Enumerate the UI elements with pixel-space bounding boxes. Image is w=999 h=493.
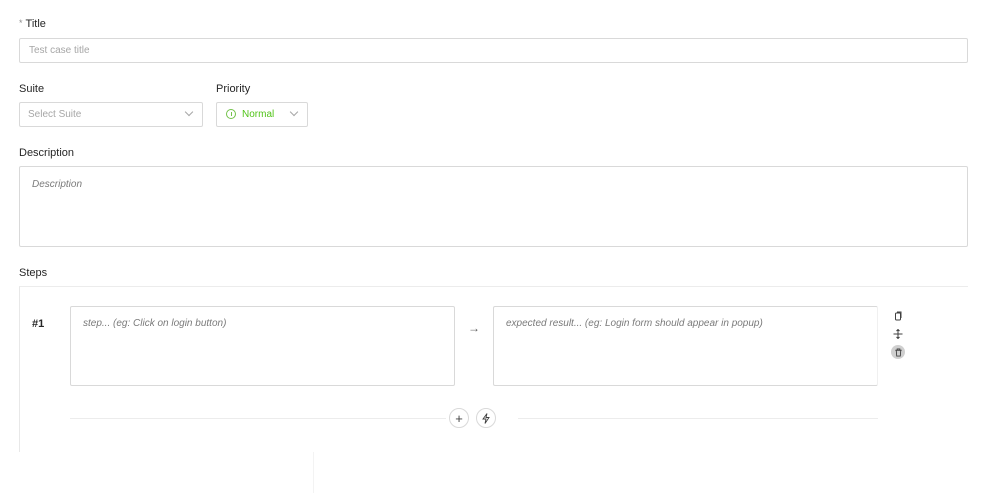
title-label: * Title — [19, 18, 46, 30]
arrow-right-icon: → — [468, 321, 480, 335]
expected-result-input[interactable]: expected result... (eg: Login form shoul… — [493, 306, 878, 386]
suite-label: Suite — [19, 83, 45, 95]
expected-placeholder: expected result... (eg: Login form shoul… — [506, 318, 763, 329]
priority-label: Priority — [216, 83, 251, 95]
required-mark: * — [19, 18, 23, 28]
description-placeholder: Description — [32, 179, 83, 190]
description-label: Description — [19, 147, 75, 159]
step-divider-left — [70, 418, 446, 419]
chevron-down-icon — [289, 107, 299, 117]
plus-icon: + — [455, 410, 463, 426]
suite-select[interactable]: Select Suite — [19, 102, 203, 127]
trash-icon[interactable] — [891, 345, 905, 359]
step-number: #1 — [32, 318, 45, 330]
step-divider-right — [518, 418, 878, 419]
copy-icon[interactable] — [891, 309, 905, 323]
steps-label: Steps — [19, 267, 48, 279]
title-placeholder: Test case title — [29, 45, 90, 56]
priority-value: Normal — [242, 109, 275, 120]
faint-guide-line — [313, 452, 314, 493]
priority-select[interactable]: Normal — [216, 102, 308, 127]
title-input[interactable]: Test case title — [19, 38, 968, 63]
drag-move-icon[interactable] — [891, 327, 905, 341]
lightning-icon — [482, 412, 490, 424]
step-input[interactable]: step... (eg: Click on login button) — [70, 306, 455, 386]
priority-normal-icon — [226, 109, 236, 119]
generate-step-button[interactable] — [476, 408, 496, 428]
description-input[interactable]: Description — [19, 166, 968, 247]
add-step-button[interactable]: + — [449, 408, 469, 428]
suite-placeholder: Select Suite — [28, 109, 82, 120]
step-placeholder: step... (eg: Click on login button) — [83, 318, 227, 329]
chevron-down-icon — [184, 107, 194, 117]
